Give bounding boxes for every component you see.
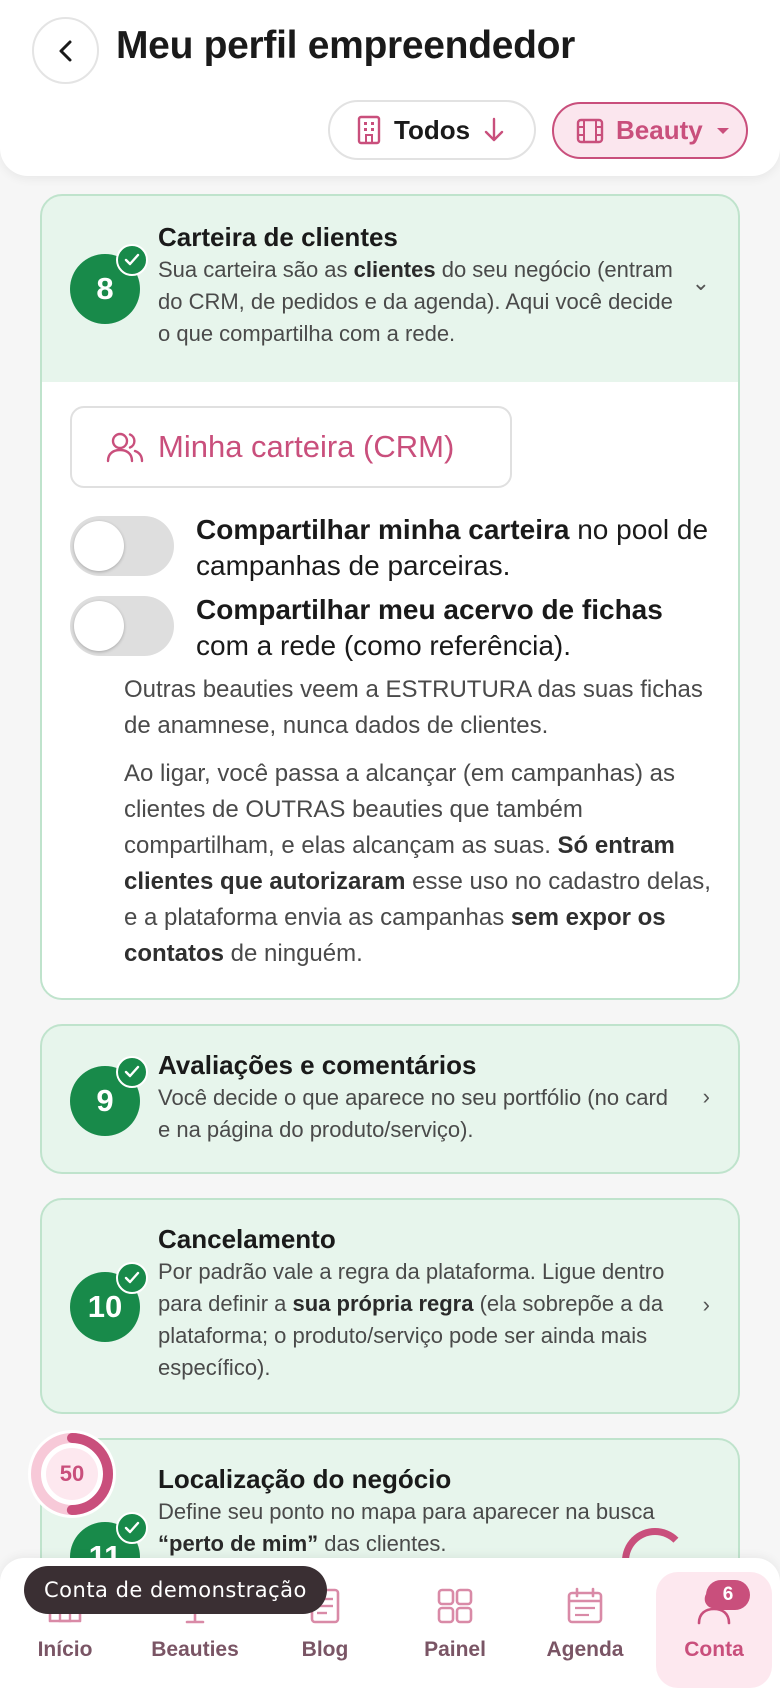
chevron-right-icon: › [702, 1292, 710, 1317]
section-card-customers: 8 Carteira de clientes Sua carteira são … [40, 194, 740, 1000]
segment-filter-dropdown[interactable]: Beauty [552, 102, 748, 159]
crm-button[interactable]: Minha carteira (CRM) [70, 406, 512, 488]
notification-badge: 6 [706, 1580, 750, 1610]
section-title: Carteira de clientes [158, 222, 398, 252]
nav-item-label: Agenda [546, 1638, 624, 1661]
calendar-icon [567, 1587, 603, 1624]
section-title: Localização do negócio [158, 1464, 452, 1494]
section-card-reviews[interactable]: 9 Avaliações e comentários Você decide o… [40, 1024, 740, 1174]
nav-item-label: Blog [301, 1638, 349, 1661]
section-description: Sua carteira são as clientes do seu negó… [158, 257, 673, 346]
film-icon [576, 118, 604, 143]
nav-item-agenda[interactable]: Agenda [520, 1558, 650, 1688]
nav-item-label: Beauties [151, 1638, 239, 1661]
nav-item-label: Conta [684, 1638, 744, 1661]
grid-icon [437, 1588, 473, 1624]
check-icon [116, 1056, 148, 1088]
check-icon [116, 1262, 148, 1294]
section-header-customers[interactable]: 8 Carteira de clientes Sua carteira são … [42, 196, 738, 382]
section-title: Cancelamento [158, 1224, 336, 1254]
chevron-left-icon [59, 40, 71, 61]
forms-share-note: Outras beauties veem a ESTRUTURA das sua… [124, 676, 703, 739]
toggle-knob [74, 521, 124, 571]
users-icon [106, 432, 144, 463]
filter-all-button[interactable]: Todos [328, 100, 536, 160]
section-description: Você decide o que aparece no seu portfól… [158, 1085, 669, 1142]
segment-filter-label: Beauty [616, 115, 703, 145]
section-card-cancellation[interactable]: 10 Cancelamento Por padrão vale a regra … [40, 1198, 740, 1414]
progress-value: 50 [59, 1461, 85, 1486]
nav-item-label: Painel [424, 1638, 486, 1661]
check-icon [116, 244, 148, 276]
section-description: Por padrão vale a regra da plataforma. L… [158, 1259, 665, 1380]
profile-progress-indicator[interactable]: 50 [26, 1428, 118, 1520]
section-body-customers: Minha carteira (CRM) Compartilhar minha … [42, 382, 738, 998]
check-icon [116, 1512, 148, 1544]
filter-all-label: Todos [394, 114, 471, 145]
chevron-right-icon: › [702, 1084, 710, 1109]
nav-item-label: Início [37, 1638, 93, 1661]
share-forms-toggle[interactable] [70, 596, 174, 656]
arrow-down-icon [484, 117, 504, 142]
section-title: Avaliações e comentários [158, 1050, 477, 1080]
chevron-down-icon: ⌄ [691, 270, 710, 295]
demo-account-toast: Conta de demonstração [24, 1566, 327, 1614]
portfolio-share-note: Ao ligar, você passa a alcançar (em camp… [124, 760, 711, 967]
caret-down-icon [716, 127, 729, 134]
share-portfolio-toggle[interactable] [70, 516, 174, 576]
toggle-knob [74, 601, 124, 651]
section-description: Define seu ponto no mapa para aparecer n… [158, 1499, 655, 1556]
share-portfolio-label: Compartilhar minha carteira no pool de c… [196, 514, 709, 581]
nav-item-dashboard[interactable]: Painel [390, 1558, 520, 1688]
share-forms-label: Compartilhar meu acervo de fichas com a … [196, 594, 663, 661]
nav-item-account[interactable]: Conta 6 [656, 1572, 772, 1688]
page-title: Meu perfil empreendedor [116, 24, 576, 67]
back-button[interactable] [32, 17, 99, 84]
page-header: Meu perfil empreendedor Todos Beauty [0, 0, 780, 176]
crm-button-label: Minha carteira (CRM) [158, 429, 455, 464]
building-icon [357, 115, 381, 145]
